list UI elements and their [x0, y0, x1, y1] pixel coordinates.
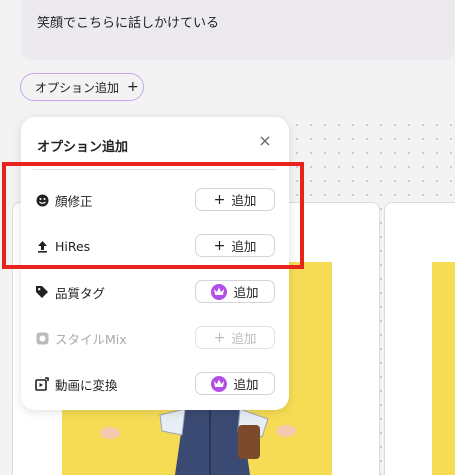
option-row-style-mix: スタイルMix + 追加	[35, 326, 275, 350]
add-button-label: 追加	[231, 331, 257, 346]
option-label: 品質タグ	[55, 285, 106, 301]
add-quality-tag-button[interactable]: 追加	[195, 280, 275, 303]
plus-icon: +	[127, 79, 139, 95]
add-button-label: 追加	[233, 285, 259, 300]
option-row-video-convert: 動画に変換 追加	[35, 372, 275, 396]
option-label: 動画に変換	[55, 377, 118, 393]
style-mix-icon	[35, 331, 49, 345]
option-label: スタイルMix	[55, 331, 127, 347]
highlight-annotation	[2, 162, 304, 269]
add-video-convert-button[interactable]: 追加	[195, 372, 275, 395]
prompt-text: 笑顔でこちらに話しかけている	[37, 16, 220, 31]
add-button-label: 追加	[233, 377, 259, 392]
generated-image	[432, 262, 455, 475]
option-row-quality-tag: 品質タグ 追加	[35, 280, 275, 304]
add-option-chip-label: オプション追加	[35, 80, 120, 95]
crown-icon	[211, 283, 228, 300]
plus-icon: +	[213, 329, 226, 346]
tag-icon	[35, 285, 49, 299]
add-option-chip[interactable]: オプション追加 +	[20, 73, 144, 101]
prompt-input[interactable]: 笑顔でこちらに話しかけている	[21, 0, 455, 60]
popover-title: オプション追加	[37, 140, 129, 155]
close-icon[interactable]: ×	[257, 133, 273, 149]
add-style-mix-button[interactable]: + 追加	[195, 326, 275, 349]
video-convert-icon	[35, 377, 49, 391]
crown-icon	[211, 375, 228, 392]
